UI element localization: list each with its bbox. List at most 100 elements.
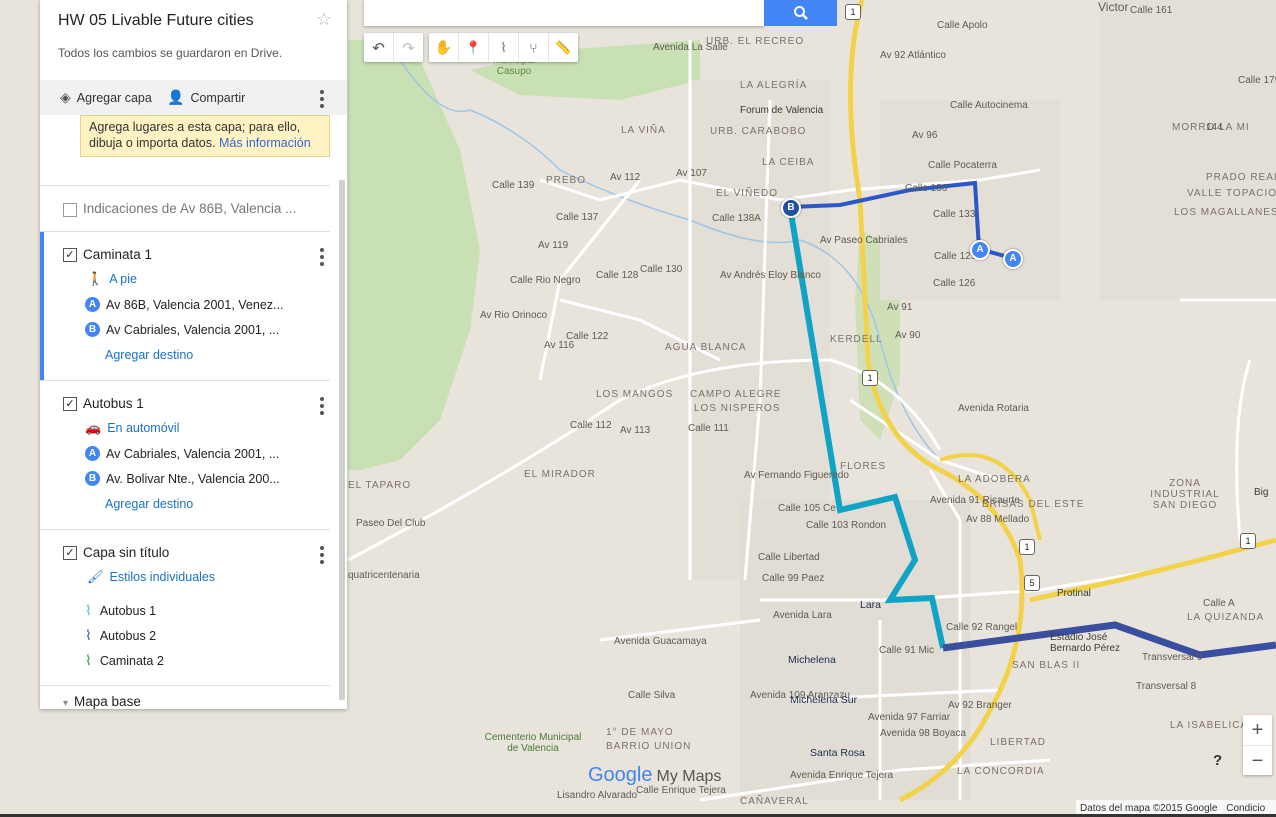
street-label: Calle 111 [688, 423, 729, 434]
street-label: Av 96 [912, 130, 938, 141]
pan-tool-button[interactable]: ✋ [429, 33, 459, 62]
share-button[interactable]: 👤 Compartir [167, 89, 245, 106]
route-stop[interactable]: A Av 86B, Valencia 2001, Venez... [85, 297, 283, 312]
street-label: Av 112 [610, 172, 641, 183]
neighborhood-label: PREBO [546, 175, 587, 186]
poi-label: Protinal [1057, 588, 1091, 599]
more-options-icon[interactable] [320, 90, 324, 108]
layer-title[interactable]: Indicaciones de Av 86B, Valencia ... [83, 201, 296, 216]
add-destination-link[interactable]: Agregar destino [105, 348, 193, 362]
stop-b-icon: B [85, 471, 100, 486]
directions-button[interactable]: ⑂ [519, 33, 549, 62]
travel-mode[interactable]: 🚶 A pie [87, 271, 137, 287]
add-destination-link[interactable]: Agregar destino [105, 497, 193, 511]
layer-options-icon[interactable] [320, 248, 324, 266]
street-label: Transversal 8 [1136, 681, 1197, 692]
street-label: Av 116 [544, 340, 575, 351]
route-stop[interactable]: B Av Cabriales, Valencia 2001, ... [85, 322, 279, 337]
map-toolbar: ↶ ↷ ✋ 📍 ⌇ ⑂ 📏 [364, 33, 578, 62]
route-stop[interactable]: B Av. Bolivar Nte., Valencia 200... [85, 471, 280, 486]
car-icon: 🚗 [85, 420, 102, 435]
add-layer-button[interactable]: ◈ Agregar capa [60, 89, 152, 106]
empty-layer-hint: Agrega lugares a esta capa; para ello, d… [80, 115, 330, 157]
style-option[interactable]: 🖌 Estilos individuales [87, 569, 215, 585]
panel-scrollbar[interactable] [339, 180, 345, 700]
zoom-in-button[interactable]: + [1243, 715, 1272, 746]
street-label: Calle Apolo [937, 20, 988, 31]
street-label: Calle 139 [492, 180, 535, 191]
street-label: Calle 136 [905, 183, 948, 194]
station-label: Santa Rosa [810, 747, 865, 759]
chevron-down-icon: ▾ [63, 698, 69, 709]
basemap-section[interactable]: ▾ Mapa base [63, 694, 141, 709]
poi-label: Forum de Valencia [740, 105, 824, 116]
help-icon[interactable]: ? [1213, 752, 1222, 769]
marker-icon: 📍 [465, 39, 482, 55]
poi-label: Estadio José Bernardo Pérez [1050, 632, 1121, 654]
street-label: Av Paseo Cabriales [820, 235, 908, 246]
zoom-out-button[interactable]: − [1243, 746, 1272, 776]
terms-link[interactable]: Condicio [1226, 803, 1265, 814]
layer-options-icon[interactable] [320, 397, 324, 415]
draw-line-button[interactable]: ⌇ [489, 33, 519, 62]
street-label: Avenida 91 Ricaurte [930, 495, 1020, 506]
layer-title[interactable]: Caminata 1 [83, 247, 152, 262]
neighborhood-label: LOS MANGOS [596, 389, 674, 400]
route-stop[interactable]: A Av Cabriales, Valencia 2001, ... [85, 446, 279, 461]
street-label: Calle Pocaterra [928, 160, 997, 171]
layer-options-icon[interactable] [320, 546, 324, 564]
learn-more-link[interactable]: Más información [219, 136, 311, 150]
street-label: quatricentenaria [348, 570, 420, 581]
travel-mode[interactable]: 🚗 En automóvil [85, 420, 179, 436]
route-marker-a[interactable]: A [1003, 249, 1023, 269]
street-label: Calle 99 Paez [762, 573, 825, 584]
route-marker-b[interactable]: B [781, 198, 801, 218]
undo-icon: ↶ [372, 39, 385, 57]
neighborhood-label: LA ADOBERA [958, 474, 1031, 485]
measure-button[interactable]: 📏 [549, 33, 578, 62]
neighborhood-label: CAMPO ALEGRE [690, 389, 782, 400]
line-item-label: Caminata 2 [99, 653, 164, 668]
line-item[interactable]: ⌇ Caminata 2 [85, 652, 164, 669]
neighborhood-label: LA CONCORDIA [957, 766, 1045, 777]
street-label: Calle 130 [640, 264, 683, 275]
star-icon[interactable]: ☆ [316, 9, 332, 30]
line-item-label: Autobus 2 [99, 628, 157, 643]
add-person-icon: 👤 [167, 89, 185, 105]
street-label: Calle Libertad [758, 552, 820, 563]
line-item-label: Autobus 1 [99, 603, 157, 618]
line-item[interactable]: ⌇ Autobus 1 [85, 602, 156, 619]
line-icon: ⌇ [85, 627, 92, 643]
search-input[interactable] [364, 0, 764, 26]
layer-checkbox[interactable]: ✓ [63, 397, 77, 411]
stop-label: Av 86B, Valencia 2001, Venez... [106, 297, 284, 312]
layer-checkbox[interactable]: ✓ [63, 546, 77, 560]
street-label: Av 107 [676, 168, 707, 179]
add-marker-button[interactable]: 📍 [459, 33, 489, 62]
draw-line-icon: ⌇ [500, 39, 507, 55]
map-title[interactable]: HW 05 Livable Future cities [58, 12, 254, 30]
google-logo-text: Google [588, 764, 653, 786]
highway-shield: 1 [845, 4, 861, 20]
layer-title[interactable]: Capa sin título [83, 545, 169, 560]
street-label: Avenida Rotaria [958, 403, 1029, 414]
line-item[interactable]: ⌇ Autobus 2 [85, 627, 156, 644]
street-label: Paseo Del Club [356, 518, 426, 529]
layer-checkbox[interactable] [63, 203, 77, 217]
undo-button[interactable]: ↶ [364, 33, 394, 62]
layer-checkbox[interactable]: ✓ [63, 248, 77, 262]
neighborhood-label: LOS MAGALLANES [1174, 207, 1276, 218]
search-button[interactable] [764, 0, 837, 26]
highway-shield: 1 [862, 370, 878, 386]
stop-a-icon: A [85, 446, 100, 461]
divider [40, 380, 330, 381]
route-marker-a[interactable]: A [970, 240, 990, 260]
neighborhood-label: KERDELL [830, 334, 883, 345]
panel-actions: ◈ Agregar capa 👤 Compartir [40, 80, 347, 115]
layer-title[interactable]: Autobus 1 [83, 396, 144, 411]
neighborhood-label: 1° DE MAYO [606, 727, 674, 738]
street-label: Av Fernando Figueredo [744, 470, 849, 481]
redo-button[interactable]: ↷ [394, 33, 423, 62]
save-status: Todos los cambios se guardaron en Drive. [58, 46, 283, 60]
street-label: Av 119 [538, 240, 569, 251]
